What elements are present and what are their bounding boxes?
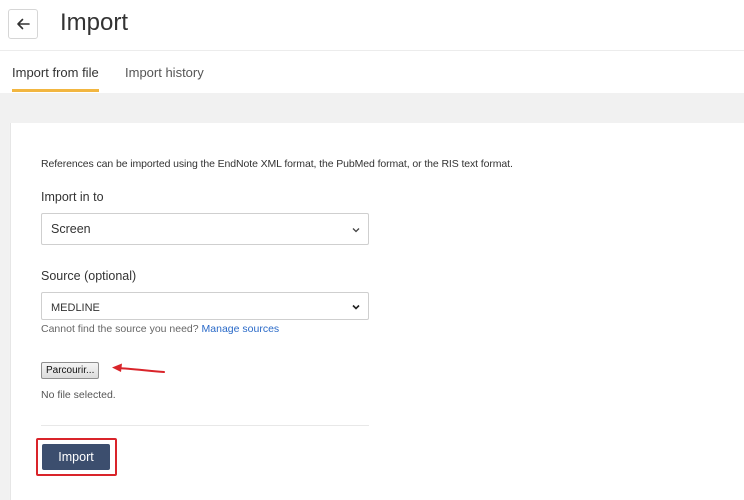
annotation-arrow bbox=[112, 363, 165, 373]
form-divider bbox=[41, 425, 369, 426]
source-help-text: Cannot find the source you need? bbox=[41, 323, 199, 335]
source-select[interactable]: MEDLINE bbox=[41, 292, 369, 320]
tab-import-from-file[interactable]: Import from file bbox=[12, 65, 99, 81]
source-label: Source (optional) bbox=[41, 269, 137, 283]
import-instructions: References can be imported using the End… bbox=[41, 158, 513, 170]
file-status: No file selected. bbox=[41, 389, 116, 401]
import-in-to-label: Import in to bbox=[41, 190, 104, 204]
browse-file-button[interactable]: Parcourir... bbox=[41, 362, 100, 379]
import-in-to-select[interactable]: Screen bbox=[41, 213, 369, 245]
active-tab-indicator bbox=[12, 89, 99, 92]
page-title: Import bbox=[60, 9, 129, 36]
import-button[interactable]: Import bbox=[42, 444, 110, 470]
chevron-down-icon bbox=[352, 228, 360, 233]
source-help: Cannot find the source you need? Manage … bbox=[41, 323, 279, 335]
import-in-to-value: Screen bbox=[51, 222, 91, 236]
chevron-down-icon bbox=[352, 304, 360, 310]
content-background-left bbox=[0, 123, 10, 500]
content-background bbox=[0, 93, 744, 123]
arrow-left-icon bbox=[17, 18, 30, 30]
back-button[interactable] bbox=[8, 9, 38, 39]
page-header: Import bbox=[0, 0, 744, 51]
tab-bar: Import from file Import history bbox=[0, 51, 744, 93]
tab-import-history[interactable]: Import history bbox=[125, 65, 204, 81]
manage-sources-link[interactable]: Manage sources bbox=[202, 323, 280, 335]
source-value: MEDLINE bbox=[51, 302, 100, 314]
